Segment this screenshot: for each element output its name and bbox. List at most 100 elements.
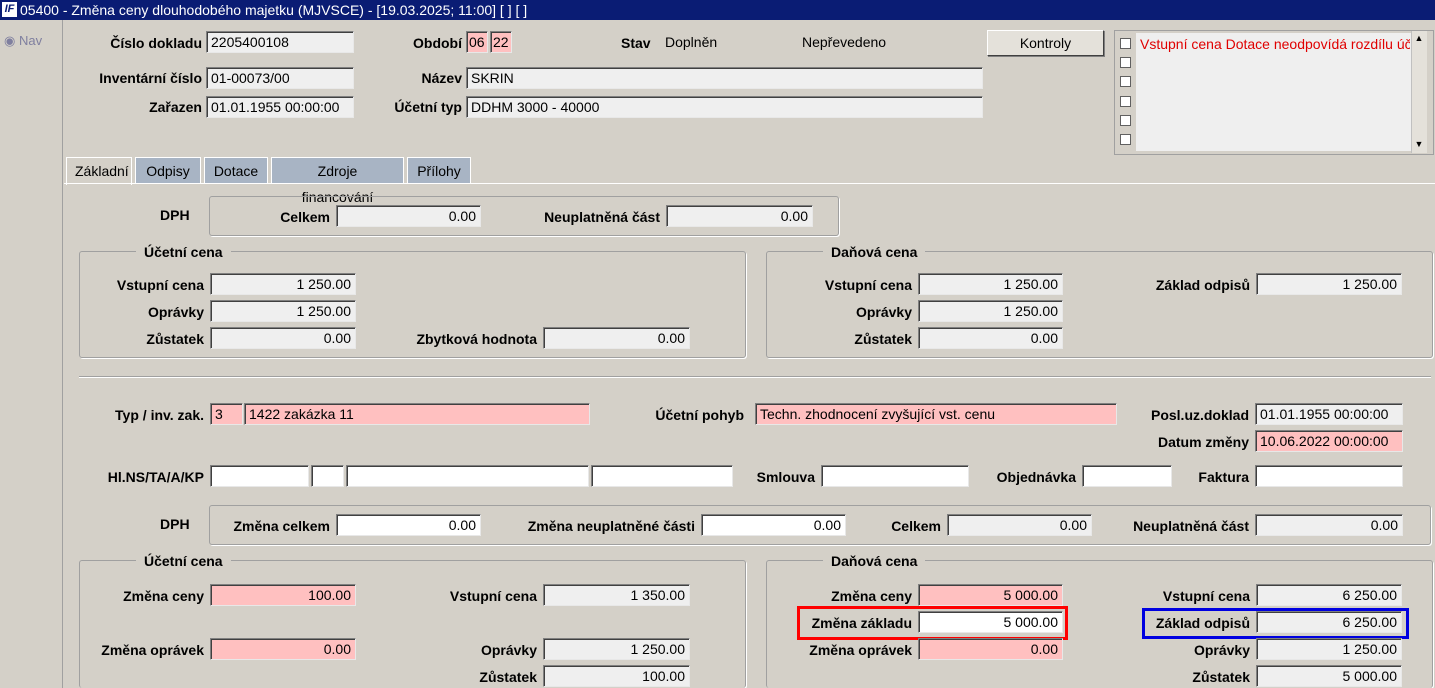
stav-value: Doplněn [665,34,718,50]
zaklad-odpisu-field[interactable]: 1 250.00 [1256,273,1402,295]
cislo-dokladu-field[interactable]: 2205400108 [206,31,354,53]
zaklad-odpisu-new-field[interactable]: 6 250.00 [1256,611,1402,633]
opravky-new-label: Oprávky [480,642,537,658]
dph-neuplatnena-label: Neuplatněná část [544,209,660,225]
vstupni-cena-new-field[interactable]: 1 350.00 [543,584,690,606]
zustatek-field[interactable]: 0.00 [210,327,356,349]
typ-field[interactable]: 3 [210,403,243,425]
message-checkbox[interactable] [1120,76,1131,87]
a-field[interactable] [346,465,589,487]
dph-bottom-neuplatnena-field[interactable]: 0.00 [1255,514,1403,536]
objednavka-label: Objednávka [996,469,1076,485]
message-checkbox[interactable] [1120,57,1131,68]
nav-toggle[interactable]: ◉ Nav [4,33,42,49]
vstupni-cena-new-label: Vstupní cena [449,588,537,604]
inventarni-cislo-field[interactable]: 01-00073/00 [206,67,354,89]
zmena-opravek-label: Změna oprávek [101,642,204,658]
zustatek-label: Zůstatek [146,331,204,347]
typ-inv-zak-label: Typ / inv. zak. [115,407,204,423]
messages-scrollbar[interactable] [1411,31,1427,153]
zmena-ceny-field[interactable]: 100.00 [210,584,356,606]
message-checkbox[interactable] [1120,96,1131,107]
danova-zmena-ceny-field[interactable]: 5 000.00 [918,584,1063,606]
scroll-up-icon[interactable]: ▲ [1411,31,1427,45]
vstupni-cena-label: Vstupní cena [116,277,204,293]
dph-celkem-field[interactable]: 0.00 [336,205,481,227]
dph-neuplatnena-field[interactable]: 0.00 [666,205,813,227]
smlouva-field[interactable] [821,465,969,487]
zakazka-field[interactable]: 1422 zakázka 11 [244,403,590,425]
ucetni-typ-field[interactable]: DDHM 3000 - 40000 [466,96,983,118]
zmena-neuplatnene-label: Změna neuplatněné části [527,518,695,534]
kontroly-button[interactable]: Kontroly [987,30,1104,56]
danova-zustatek-label: Zůstatek [854,331,912,347]
scroll-down-icon[interactable]: ▼ [1411,137,1427,151]
message-checkbox[interactable] [1120,38,1131,49]
stav-label: Stav [621,35,651,51]
tab-odpisy[interactable]: Odpisy [135,157,201,183]
posl-uz-doklad-label: Posl.uz.doklad [1150,407,1249,423]
ucetni-pohyb-field[interactable]: Techn. zhodnocení zvyšující vst. cenu [755,403,1117,425]
dph-bottom-label: DPH [160,516,190,532]
danova-vstupni-new-field[interactable]: 6 250.00 [1256,584,1402,606]
opravky-new-field[interactable]: 1 250.00 [543,638,690,660]
danova-opravky-new-field[interactable]: 1 250.00 [1256,638,1402,660]
zarazen-field[interactable]: 01.01.1955 00:00:00 [206,96,354,118]
danova-opravky-field[interactable]: 1 250.00 [918,300,1063,322]
ucetni-typ-label: Účetní typ [394,99,462,115]
danova-zustatek-new-label: Zůstatek [1192,669,1250,685]
danova-opravky-new-label: Oprávky [1193,642,1250,658]
opravky-field[interactable]: 1 250.00 [210,300,356,322]
zbytkova-hodnota-field[interactable]: 0.00 [543,327,690,349]
dph-bottom-celkem-field[interactable]: 0.00 [947,514,1092,536]
ta-field[interactable] [311,465,344,487]
zmena-opravek-field[interactable]: 0.00 [210,638,356,660]
danova-vstupni-new-label: Vstupní cena [1162,588,1250,604]
zustatek-new-field[interactable]: 100.00 [543,665,690,687]
inventarni-cislo-label: Inventární číslo [99,70,202,86]
nazev-field[interactable]: SKRIN [466,67,983,89]
section-separator [79,376,1431,378]
faktura-field[interactable] [1255,465,1403,487]
nazev-label: Název [421,70,462,86]
dph-bottom-celkem-label: Celkem [891,518,941,534]
danova-vstupni-label: Vstupní cena [824,277,912,293]
tab-zakladni[interactable]: Základní [66,157,132,185]
hlns-label: Hl.NS/TA/A/KP [107,469,204,485]
ucetni-cena-title: Účetní cena [136,244,231,260]
zmena-celkem-label: Změna celkem [233,518,331,534]
vstupni-cena-field[interactable]: 1 250.00 [210,273,356,295]
zmena-zakladu-field[interactable]: 5 000.00 [918,611,1063,633]
tab-zdroje-financovani[interactable]: Zdroje financování [271,157,404,205]
nav-label: Nav [18,33,43,48]
zmena-neuplatnene-field[interactable]: 0.00 [701,514,846,536]
hlns-field[interactable] [210,465,309,487]
obdobi-year-field[interactable]: 22 [490,31,512,53]
objednavka-field[interactable] [1082,465,1172,487]
smlouva-label: Smlouva [756,469,815,485]
danova-zmena-opravek-field[interactable]: 0.00 [918,638,1063,660]
obdobi-label: Období [413,35,462,51]
message-checkbox[interactable] [1120,134,1131,145]
datum-zmeny-field[interactable]: 10.06.2022 00:00:00 [1255,430,1403,452]
posl-uz-doklad-field[interactable]: 01.01.1955 00:00:00 [1255,403,1403,425]
danova-vstupni-field[interactable]: 1 250.00 [918,273,1063,295]
zmena-zakladu-label: Změna základu [811,615,912,631]
app-logo-icon: IF [2,2,17,17]
message-checkbox[interactable] [1120,115,1131,126]
danova-zmena-opravek-label: Změna oprávek [809,642,912,658]
kp-field[interactable] [591,465,733,487]
danova-cena-title: Daňová cena [823,244,926,260]
obdobi-month-field[interactable]: 06 [466,31,488,53]
danova-zustatek-field[interactable]: 0.00 [918,327,1063,349]
dph-label: DPH [160,207,190,223]
danova-zustatek-new-field[interactable]: 5 000.00 [1256,665,1402,687]
tab-dotace[interactable]: Dotace [204,157,268,183]
tab-prilohy[interactable]: Přílohy [407,157,471,183]
faktura-label: Faktura [1198,469,1249,485]
datum-zmeny-label: Datum změny [1157,434,1249,450]
cislo-dokladu-label: Číslo dokladu [110,35,202,51]
zmena-celkem-field[interactable]: 0.00 [336,514,481,536]
message-text: Vstupní cena Dotace neodpovídá rozdílu ú… [1140,36,1410,52]
danova-opravky-label: Oprávky [855,304,912,320]
